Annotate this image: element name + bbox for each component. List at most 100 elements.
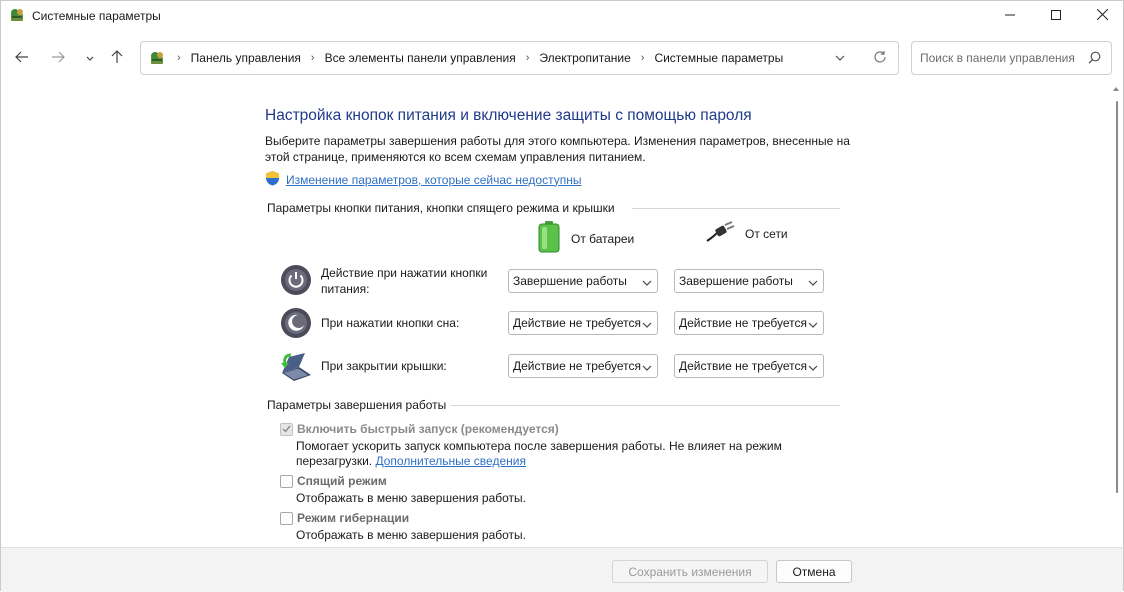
battery-column-header: От батареи	[537, 221, 634, 256]
arrow-right-icon	[51, 51, 65, 66]
shutdown-group-header: Параметры завершения работы	[267, 398, 446, 412]
close-button[interactable]	[1079, 1, 1124, 31]
group-divider	[632, 208, 840, 209]
select-value: Действие не требуется	[513, 316, 642, 330]
breadcrumb-item[interactable]: Панель управления	[187, 51, 305, 65]
chevron-down-icon	[808, 361, 818, 375]
fast-startup-description: Помогает ускорить запуск компьютера посл…	[296, 439, 816, 469]
lid-close-ac-select[interactable]: Действие не требуется	[674, 354, 824, 378]
arrow-left-icon	[15, 51, 29, 66]
scroll-thumb[interactable]	[1116, 101, 1118, 493]
window-title: Системные параметры	[32, 9, 161, 23]
maximize-button[interactable]	[1033, 1, 1079, 31]
laptop-lid-icon	[279, 349, 313, 383]
power-buttons-group-header: Параметры кнопки питания, кнопки спящего…	[267, 201, 615, 215]
battery-icon	[537, 221, 561, 256]
address-bar[interactable]: › Панель управления › Все элементы панел…	[140, 41, 899, 75]
power-button-row: Действие при нажатии кнопки питания: Зав…	[279, 261, 839, 297]
change-unavailable-settings-link[interactable]: Изменение параметров, которые сейчас нед…	[265, 170, 582, 189]
search-box[interactable]	[911, 41, 1112, 75]
description-text: Помогает ускорить запуск компьютера посл…	[296, 439, 782, 468]
breadcrumb: › Панель управления › Все элементы панел…	[171, 42, 787, 74]
forward-button[interactable]	[47, 47, 69, 69]
power-button-ac-select[interactable]: Завершение работы	[674, 269, 824, 293]
control-panel-icon	[9, 7, 25, 23]
search-input[interactable]	[912, 42, 1082, 74]
hibernate-checkbox[interactable]	[280, 511, 293, 525]
chevron-down-icon	[86, 51, 94, 65]
select-value: Действие не требуется	[513, 359, 642, 373]
back-button[interactable]	[11, 47, 33, 69]
up-button[interactable]	[106, 47, 128, 69]
maximize-icon	[1051, 9, 1061, 23]
power-button-icon	[279, 263, 313, 297]
power-plug-icon	[705, 221, 735, 246]
refresh-icon[interactable]	[873, 50, 887, 67]
hibernate-label: Режим гибернации	[297, 511, 410, 525]
group-title: Параметры кнопки питания, кнопки спящего…	[267, 201, 615, 215]
breadcrumb-item[interactable]: Все элементы панели управления	[321, 51, 520, 65]
chevron-down-icon	[642, 361, 652, 375]
group-title: Параметры завершения работы	[267, 398, 447, 412]
title-bar: Системные параметры	[1, 1, 1123, 31]
arrow-up-icon	[111, 49, 123, 67]
row-label: При нажатии кнопки сна:	[321, 316, 460, 330]
ac-column-header: От сети	[705, 221, 788, 246]
hibernate-option: Режим гибернации	[280, 511, 409, 525]
fast-startup-checkbox[interactable]	[280, 422, 293, 436]
sleep-description: Отображать в меню завершения работы.	[296, 491, 527, 505]
chevron-down-icon	[808, 318, 818, 332]
page-description: Выберите параметры завершения работы для…	[265, 134, 850, 164]
fast-startup-label: Включить быстрый запуск (рекомендуется)	[297, 422, 559, 436]
vertical-scrollbar[interactable]	[1109, 85, 1123, 545]
recent-locations-button[interactable]	[79, 47, 101, 69]
window: Системные параметры › Панель управления …	[0, 0, 1124, 592]
lid-close-battery-select[interactable]: Действие не требуется	[508, 354, 658, 378]
breadcrumb-item[interactable]: Электропитание	[535, 51, 634, 65]
chevron-right-icon[interactable]: ›	[635, 52, 651, 64]
sleep-button-row: При нажатии кнопки сна: Действие не треб…	[279, 304, 839, 340]
address-dropdown-icon[interactable]	[835, 51, 845, 65]
row-label: Действие при нажатии кнопки питания:	[321, 266, 488, 296]
select-value: Действие не требуется	[679, 359, 808, 373]
breadcrumb-item[interactable]: Системные параметры	[650, 51, 787, 65]
sleep-label: Спящий режим	[297, 474, 387, 488]
sleep-button-icon	[279, 306, 313, 340]
admin-link-label[interactable]: Изменение параметров, которые сейчас нед…	[286, 173, 582, 187]
page-title: Настройка кнопок питания и включение защ…	[265, 107, 752, 124]
sleep-checkbox[interactable]	[280, 474, 293, 488]
minimize-icon	[1005, 9, 1015, 23]
select-value: Завершение работы	[679, 274, 793, 288]
scroll-up-arrow-icon[interactable]	[1113, 87, 1119, 91]
navigation-bar: › Панель управления › Все элементы панел…	[1, 39, 1123, 77]
search-icon[interactable]	[1088, 51, 1101, 67]
select-value: Завершение работы	[513, 274, 627, 288]
select-value: Действие не требуется	[679, 316, 808, 330]
more-info-link[interactable]: Дополнительные сведения	[375, 454, 525, 468]
sleep-button-ac-select[interactable]: Действие не требуется	[674, 311, 824, 335]
content-area: Настройка кнопок питания и включение защ…	[1, 85, 1109, 545]
save-changes-button[interactable]: Сохранить изменения	[612, 560, 768, 583]
cancel-button[interactable]: Отмена	[776, 560, 852, 583]
group-divider	[451, 405, 840, 406]
sleep-option: Спящий режим	[280, 474, 387, 488]
lid-close-row: При закрытии крышки: Действие не требует…	[279, 347, 839, 383]
hibernate-description: Отображать в меню завершения работы.	[296, 528, 527, 542]
close-icon	[1096, 8, 1108, 23]
footer: Сохранить изменения Отмена	[1, 547, 1123, 592]
column-label: От сети	[745, 226, 788, 241]
column-label: От батареи	[571, 231, 635, 246]
power-button-battery-select[interactable]: Завершение работы	[508, 269, 658, 293]
minimize-button[interactable]	[987, 1, 1033, 31]
chevron-right-icon[interactable]: ›	[520, 52, 536, 64]
chevron-down-icon	[808, 276, 818, 290]
fast-startup-option: Включить быстрый запуск (рекомендуется)	[280, 422, 559, 436]
chevron-down-icon	[642, 318, 652, 332]
chevron-down-icon	[642, 276, 652, 290]
uac-shield-icon	[265, 170, 280, 189]
row-label: При закрытии крышки:	[321, 359, 447, 373]
sleep-button-battery-select[interactable]: Действие не требуется	[508, 311, 658, 335]
chevron-right-icon: ›	[177, 52, 181, 64]
control-panel-icon	[149, 50, 165, 66]
chevron-right-icon[interactable]: ›	[305, 52, 321, 64]
